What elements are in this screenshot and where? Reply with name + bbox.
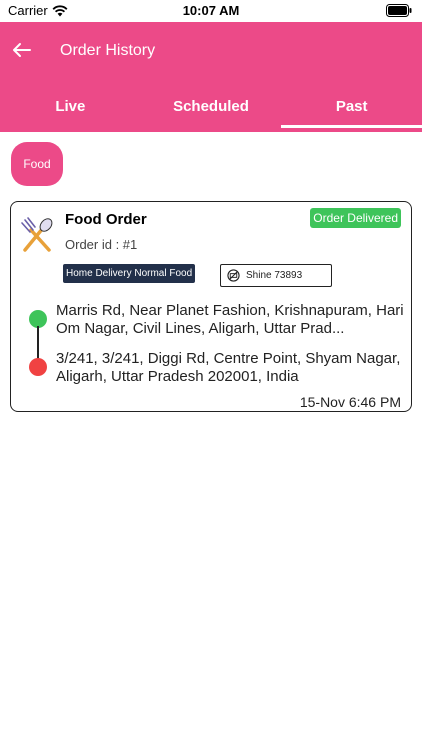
status-badge: Order Delivered xyxy=(310,208,401,228)
drop-dot xyxy=(29,358,47,376)
food-utensils-icon xyxy=(21,217,53,252)
tab-live[interactable]: Live xyxy=(0,88,141,132)
no-plate-icon xyxy=(227,269,240,282)
delivery-type-tag: Home Delivery Normal Food xyxy=(63,264,196,283)
tab-past[interactable]: Past xyxy=(281,88,422,132)
app-header: Order History Live Scheduled Past xyxy=(0,22,422,132)
order-datetime: 15-Nov 6:46 PM xyxy=(299,394,401,410)
back-arrow-icon[interactable] xyxy=(10,38,34,62)
order-id: Order id : #1 xyxy=(65,237,138,252)
tab-scheduled[interactable]: Scheduled xyxy=(141,88,282,132)
order-title: Food Order xyxy=(65,211,147,228)
filter-chip-food[interactable]: Food xyxy=(11,142,63,186)
driver-tag-label: Shine 73893 xyxy=(246,270,303,281)
route-line xyxy=(37,326,39,360)
pickup-address: Marris Rd, Near Planet Fashion, Krishnap… xyxy=(56,302,404,337)
tab-bar: Live Scheduled Past xyxy=(0,88,422,132)
order-card[interactable]: Food Order Order id : #1 Order Delivered… xyxy=(10,201,412,412)
status-bar: Carrier 10:07 AM xyxy=(0,0,422,22)
battery-icon xyxy=(386,4,412,20)
status-time: 10:07 AM xyxy=(182,3,240,18)
drop-address: 3/241, 3/241, Diggi Rd, Centre Point, Sh… xyxy=(56,350,401,385)
driver-tag: Shine 73893 xyxy=(220,264,332,287)
page-title: Order History xyxy=(60,42,156,59)
